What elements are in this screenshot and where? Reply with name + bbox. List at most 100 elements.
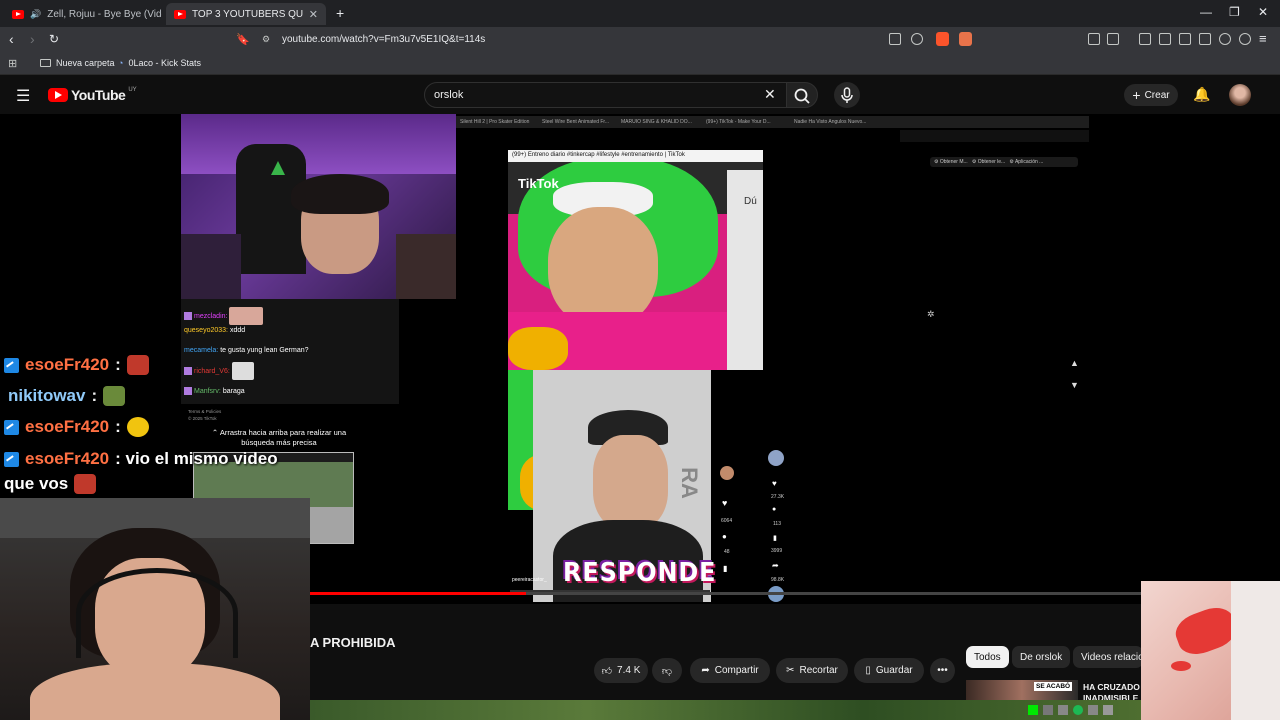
share-arrow-icon: ➦ bbox=[772, 561, 779, 570]
create-button[interactable]: + Crear bbox=[1124, 84, 1178, 106]
menu-icon[interactable]: ≡ bbox=[1259, 31, 1267, 46]
more-icon: ••• bbox=[937, 665, 948, 676]
youtube-play-icon bbox=[48, 88, 68, 102]
chip-de-orslok[interactable]: De orslok bbox=[1012, 646, 1071, 668]
heart-icon: ♥ bbox=[772, 479, 777, 488]
youtube-favicon-icon bbox=[12, 9, 24, 19]
site-info-icon[interactable]: ⚙ bbox=[262, 34, 270, 45]
chat-message: Manfsrv: baraga bbox=[184, 387, 245, 395]
reload-button[interactable]: ↻ bbox=[49, 32, 59, 46]
account-avatar[interactable] bbox=[1229, 84, 1251, 106]
emote-image bbox=[126, 417, 149, 437]
swipe-hint: ⌃ Arrastra hacia arriba para realizar un… bbox=[211, 428, 347, 447]
chevron-down-icon[interactable]: ▼ bbox=[1070, 380, 1079, 390]
download-icon[interactable] bbox=[1139, 33, 1151, 45]
wallet-card-icon[interactable] bbox=[1199, 33, 1211, 45]
headset-icon bbox=[76, 568, 238, 658]
tab-bye-bye[interactable]: 🔊 Zell, Rojuu - Bye Bye (Video Ofici… bbox=[4, 3, 162, 25]
chip-videos-relacionados[interactable]: Videos relacio bbox=[1073, 646, 1143, 668]
emote-image bbox=[126, 355, 149, 375]
media-icon[interactable] bbox=[1159, 33, 1171, 45]
tiktok-logo: TikTok bbox=[518, 176, 559, 191]
responde-caption: RESPONDE bbox=[563, 558, 717, 588]
cast-icon[interactable] bbox=[889, 33, 901, 45]
chevron-up-icon: ⌃ bbox=[211, 428, 219, 437]
back-button[interactable]: ‹ bbox=[9, 31, 14, 47]
man-face bbox=[593, 435, 668, 530]
clip-button[interactable]: ✂ Recortar bbox=[776, 658, 848, 683]
spotify-icon bbox=[1073, 705, 1083, 715]
video-title: A PROHIBIDA bbox=[310, 635, 396, 650]
search-icon bbox=[794, 88, 810, 104]
video-progress-bar[interactable] bbox=[310, 592, 1141, 595]
microphone-icon bbox=[841, 87, 853, 103]
bookmark-kick-stats[interactable]: ◔ 0Laco - Kick Stats bbox=[118, 58, 201, 68]
apps-grid-icon[interactable]: ⊞ bbox=[8, 57, 17, 70]
side-text: Dú bbox=[744, 196, 757, 207]
chip-todos[interactable]: Todos bbox=[966, 646, 1009, 668]
tab-top3-youtubers[interactable]: TOP 3 YOUTUBERS QUE DIJERO… ✕ bbox=[166, 3, 326, 25]
tiktok-window-tab: (99+) Entreno diario #tinkercap #lifesty… bbox=[508, 150, 763, 162]
new-tab-button[interactable]: + bbox=[336, 5, 344, 21]
emote-image bbox=[231, 362, 254, 380]
chat-message: mezcladin: bbox=[184, 307, 264, 325]
bookmark-icon[interactable]: 🔖 bbox=[236, 33, 250, 46]
chat-message-large: que vos bbox=[4, 474, 97, 494]
mouse-cursor-icon: ✲ bbox=[927, 309, 935, 319]
emoji-hand bbox=[508, 327, 568, 370]
heart-icon: ♥ bbox=[722, 498, 728, 508]
save-playlist-icon: ▯ bbox=[865, 665, 871, 676]
speaker-icon[interactable]: 🔊 bbox=[30, 9, 41, 20]
comment-icon: ● bbox=[722, 532, 727, 541]
search-input[interactable] bbox=[424, 82, 790, 108]
chat-message-large: nikitowav: bbox=[8, 386, 126, 406]
forward-button[interactable]: › bbox=[30, 31, 35, 47]
address-bar: ‹ › ↻ 🔖 ⚙ youtube.com/watch?v=Fm3u7v5E1I… bbox=[0, 27, 1280, 53]
tab-label: Zell, Rojuu - Bye Bye (Video Ofici… bbox=[47, 8, 162, 20]
close-tab-icon[interactable]: ✕ bbox=[309, 8, 318, 21]
share-icon: ➦ bbox=[701, 665, 710, 676]
share-button[interactable]: ➦ Compartir bbox=[690, 658, 770, 683]
more-actions-button[interactable]: ••• bbox=[930, 658, 955, 683]
gaming-chair bbox=[236, 144, 306, 274]
chat-message: richard_V6: bbox=[184, 362, 254, 380]
clear-search-icon[interactable]: ✕ bbox=[764, 86, 776, 103]
chat-message-large: esoeFr420: bbox=[4, 417, 149, 437]
restore-button[interactable]: ❐ bbox=[1229, 5, 1240, 19]
bookmark-nueva-carpeta[interactable]: Nueva carpeta bbox=[40, 58, 115, 68]
folder-icon bbox=[40, 59, 51, 67]
voice-search-button[interactable] bbox=[834, 82, 860, 108]
bookmarks-bar: ⊞ Nueva carpeta ◔ 0Laco - Kick Stats bbox=[0, 53, 1280, 75]
tiktok-footer: Terms & Policies © 2025 TikTok bbox=[188, 409, 222, 421]
tiktok-handle: peereiracastor_ bbox=[512, 577, 547, 583]
like-button[interactable]: 👍︎ 7.4 K bbox=[594, 658, 648, 683]
creator-avatar-icon bbox=[720, 466, 734, 480]
bookmark-save-icon: ▮ bbox=[723, 564, 728, 573]
chevron-up-icon[interactable]: ▲ bbox=[1070, 358, 1079, 368]
brave-rewards-icon[interactable] bbox=[959, 32, 972, 46]
plus-icon: + bbox=[1132, 87, 1141, 103]
youtube-logo[interactable]: YouTube UY bbox=[48, 87, 137, 103]
dislike-button[interactable]: 👎︎ bbox=[652, 658, 682, 683]
search-query-text[interactable]: orslok bbox=[434, 89, 463, 101]
emote-image bbox=[103, 386, 126, 406]
vpn-icon[interactable] bbox=[1239, 33, 1251, 45]
minimize-button[interactable]: — bbox=[1200, 5, 1212, 19]
notifications-bell-icon[interactable]: 🔔 bbox=[1193, 86, 1210, 103]
close-window-button[interactable]: ✕ bbox=[1258, 5, 1268, 19]
thumbs-up-icon: 👍︎ bbox=[601, 665, 613, 677]
leo-ai-icon[interactable] bbox=[1219, 33, 1231, 45]
url-field[interactable]: youtube.com/watch?v=Fm3u7v5E1IQ&t=114s bbox=[282, 34, 485, 45]
kick-badge-icon bbox=[4, 451, 19, 467]
search-button[interactable] bbox=[786, 82, 818, 108]
inner-browser-tabs: Silent Hill 2 | Pro Skater Edition Steel… bbox=[456, 116, 1089, 128]
save-button[interactable]: ▯ Guardar bbox=[854, 658, 924, 683]
comment-icon: ● bbox=[772, 506, 777, 513]
hand-webcam bbox=[1141, 581, 1280, 720]
share-icon[interactable] bbox=[911, 33, 923, 45]
wallet-icon[interactable] bbox=[1107, 33, 1119, 45]
extensions-icon[interactable] bbox=[1088, 33, 1100, 45]
hamburger-menu-icon[interactable]: ☰ bbox=[16, 86, 30, 106]
brave-shield-icon[interactable] bbox=[936, 32, 949, 46]
sidebar-icon[interactable] bbox=[1179, 33, 1191, 45]
